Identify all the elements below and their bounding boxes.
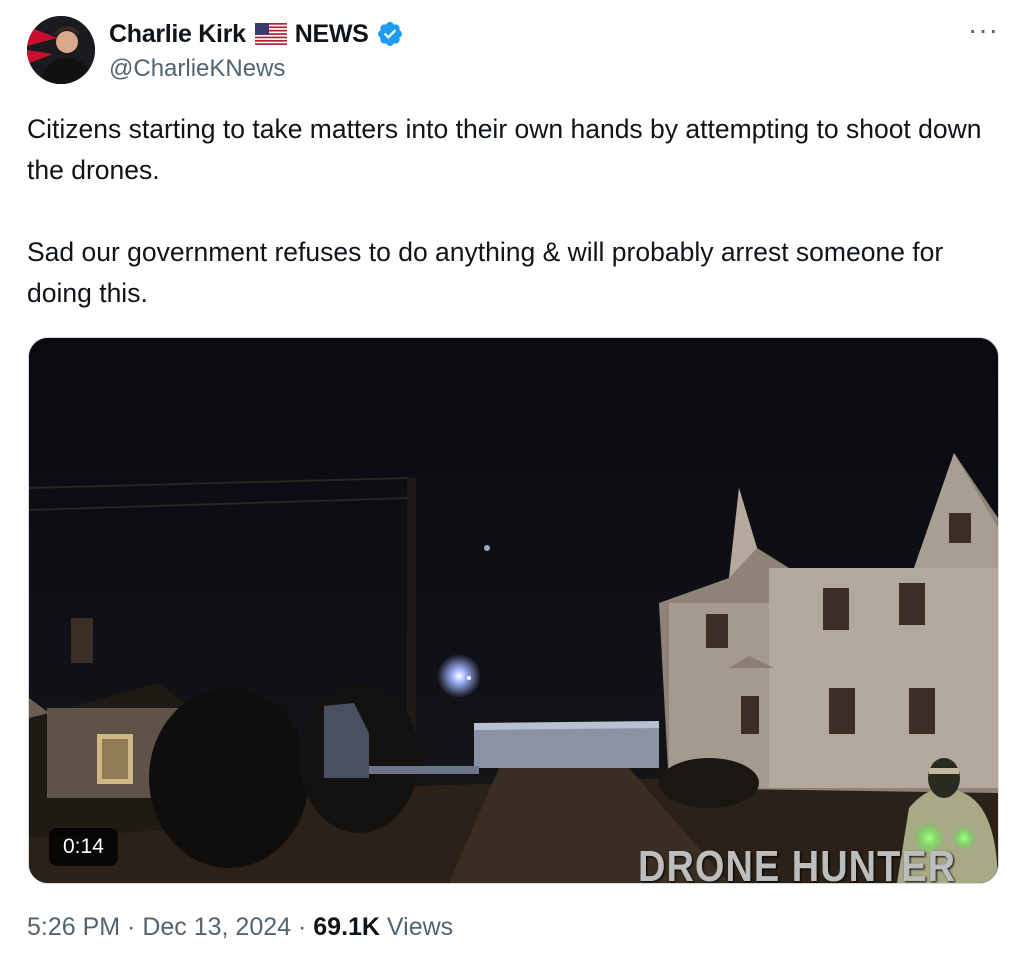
us-flag-icon: [254, 23, 287, 45]
tweet-text: Citizens starting to take matters into t…: [27, 109, 987, 314]
author-name-row[interactable]: Charlie Kirk NEWS: [109, 18, 404, 50]
tweet-time[interactable]: 5:26 PM: [27, 913, 120, 941]
author-name-suffix[interactable]: NEWS: [295, 20, 369, 49]
meta-separator: ·: [291, 913, 314, 941]
tweet-paragraph: Sad our government refuses to do anythin…: [27, 237, 944, 308]
avatar[interactable]: [27, 16, 95, 84]
more-options-icon[interactable]: ···: [968, 16, 999, 44]
tweet-paragraph: Citizens starting to take matters into t…: [27, 114, 982, 185]
video-player[interactable]: 0:14 DRONE HUNTER: [28, 337, 999, 884]
verified-badge-icon: [377, 22, 402, 46]
tweet-date[interactable]: Dec 13, 2024: [142, 913, 291, 941]
author-handle[interactable]: @CharlieKNews: [109, 55, 285, 83]
views-count: 69.1K: [313, 913, 380, 941]
meta-separator: ·: [120, 913, 143, 941]
video-duration-badge: 0:14: [49, 828, 118, 866]
author-name[interactable]: Charlie Kirk: [109, 20, 246, 49]
views-label: Views: [379, 913, 454, 941]
tweet-meta: 5:26 PM · Dec 13, 2024 · 69.1K Views: [27, 913, 453, 942]
video-frame: [29, 338, 998, 883]
video-watermark: DRONE HUNTER: [638, 843, 957, 884]
